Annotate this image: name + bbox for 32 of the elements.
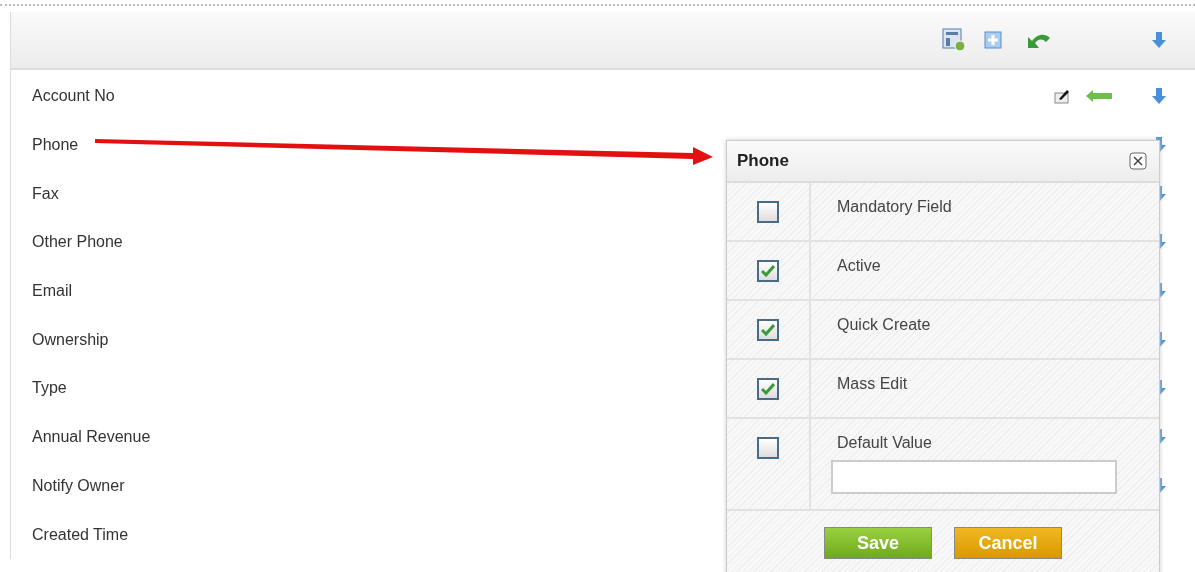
field-label: Ownership bbox=[32, 330, 109, 349]
cancel-button[interactable]: Cancel bbox=[954, 527, 1062, 559]
field-label: Fax bbox=[32, 184, 59, 203]
field-label: Created Time bbox=[32, 525, 129, 544]
field-label: Account No bbox=[32, 87, 115, 106]
checkbox[interactable] bbox=[757, 260, 779, 282]
checkbox[interactable] bbox=[757, 378, 779, 400]
check-icon bbox=[761, 383, 775, 395]
down-arrow-icon[interactable] bbox=[1152, 88, 1166, 105]
option-label: Mass Edit bbox=[837, 375, 908, 392]
field-label: Type bbox=[32, 379, 67, 398]
field-label: Email bbox=[32, 282, 72, 301]
option-label: Quick Create bbox=[837, 316, 931, 333]
default-value-field[interactable] bbox=[831, 460, 1117, 494]
field-label: Phone bbox=[32, 136, 79, 155]
close-icon[interactable] bbox=[1129, 152, 1147, 170]
field-label: Other Phone bbox=[32, 233, 123, 252]
checkbox[interactable] bbox=[757, 319, 779, 341]
checkbox[interactable] bbox=[757, 201, 779, 223]
check-icon bbox=[761, 324, 775, 336]
field-label: Notify Owner bbox=[32, 476, 125, 495]
field-label: Annual Revenue bbox=[32, 428, 151, 447]
checkbox[interactable] bbox=[757, 437, 779, 459]
edit-icon[interactable] bbox=[1054, 88, 1070, 105]
option-label: Mandatory Field bbox=[837, 198, 952, 215]
down-arrow-icon[interactable] bbox=[1152, 32, 1166, 48]
check-icon bbox=[761, 265, 775, 277]
popup-title: Phone bbox=[737, 151, 789, 171]
add-layout-icon[interactable] bbox=[942, 28, 966, 52]
option-label: Active bbox=[837, 257, 881, 274]
save-button[interactable]: Save bbox=[824, 527, 932, 559]
option-label: Default Value bbox=[837, 434, 932, 451]
